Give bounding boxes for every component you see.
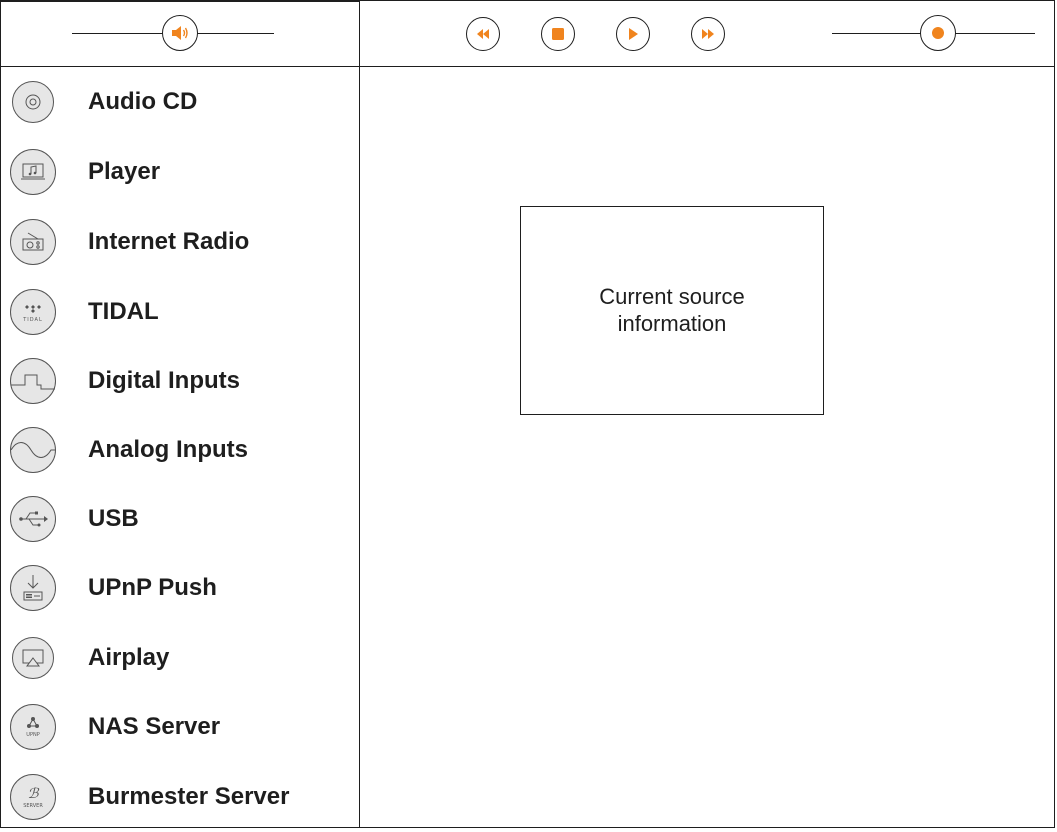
fast-forward-button[interactable] <box>691 17 725 51</box>
source-item-audio-cd[interactable]: Audio CD <box>0 69 359 135</box>
upnp-push-icon <box>10 565 56 611</box>
top-accent-bar <box>0 0 360 2</box>
current-source-info-panel: Current source information <box>520 206 824 415</box>
play-icon <box>629 28 638 40</box>
source-item-digital-inputs[interactable]: Digital Inputs <box>0 348 359 414</box>
source-label: Digital Inputs <box>88 367 240 394</box>
radio-icon <box>10 219 56 265</box>
fast-forward-icon <box>702 29 714 39</box>
sine-wave-icon <box>10 427 56 473</box>
source-label: NAS Server <box>88 713 221 740</box>
source-label: USB <box>88 505 139 532</box>
upnp-icon-text: UPNP <box>26 732 39 738</box>
stop-icon <box>552 28 564 40</box>
usb-icon <box>10 496 56 542</box>
source-item-internet-radio[interactable]: Internet Radio <box>0 209 359 275</box>
record-dot-icon <box>932 27 944 39</box>
topbar-divider <box>0 66 1055 67</box>
sidebar-divider <box>359 0 360 828</box>
source-item-player[interactable]: Player <box>0 139 359 205</box>
source-item-analog-inputs[interactable]: Analog Inputs <box>0 417 359 483</box>
speaker-icon <box>172 26 188 40</box>
source-label: TIDAL <box>88 298 159 325</box>
current-source-info-text: Current source information <box>599 284 745 336</box>
player-icon <box>10 149 56 195</box>
volume-knob[interactable] <box>162 15 198 51</box>
airplay-icon <box>12 637 54 679</box>
source-label: Airplay <box>88 644 170 671</box>
rewind-icon <box>477 29 489 39</box>
source-label: Audio CD <box>88 88 198 115</box>
play-button[interactable] <box>616 17 650 51</box>
source-item-tidal[interactable]: TIDAL TIDAL <box>0 279 359 345</box>
source-label: Burmester Server <box>88 783 290 810</box>
source-label: UPnP Push <box>88 574 217 601</box>
burmester-logo-glyph: ℬ <box>27 786 39 802</box>
burmester-server-icon: ℬ SERVER <box>10 774 56 820</box>
app-window: Audio CD Player Internet Radio TIDAL TID… <box>0 0 1056 831</box>
tidal-icon-text: TIDAL <box>22 317 43 323</box>
upnp-icon: UPNP <box>10 704 56 750</box>
source-label: Player <box>88 158 161 185</box>
source-item-upnp-push[interactable]: UPnP Push <box>0 555 359 621</box>
server-icon-text: SERVER <box>23 803 43 809</box>
source-item-airplay[interactable]: Airplay <box>0 625 359 691</box>
source-item-nas-server[interactable]: UPNP NAS Server <box>0 694 359 760</box>
source-item-usb[interactable]: USB <box>0 486 359 552</box>
cd-icon <box>12 81 54 123</box>
stop-button[interactable] <box>541 17 575 51</box>
source-label: Internet Radio <box>88 228 250 255</box>
rewind-button[interactable] <box>466 17 500 51</box>
position-knob[interactable] <box>920 15 956 51</box>
source-label: Analog Inputs <box>88 436 248 463</box>
square-wave-icon <box>10 358 56 404</box>
source-item-burmester-server[interactable]: ℬ SERVER Burmester Server <box>0 764 359 830</box>
tidal-icon: TIDAL <box>10 289 56 335</box>
